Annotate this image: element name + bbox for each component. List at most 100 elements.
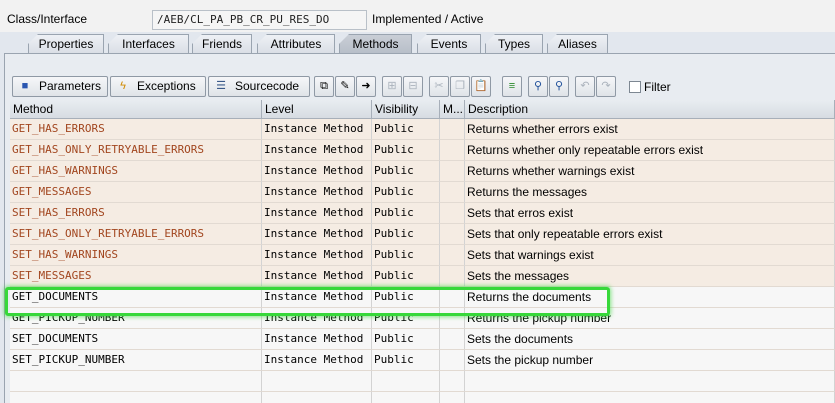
level-cell: Instance Method xyxy=(262,119,372,140)
visibility-cell xyxy=(372,392,440,403)
method-cell[interactable]: GET_HAS_ERRORS xyxy=(10,119,262,140)
visibility-cell: Public xyxy=(372,266,440,287)
header-bar: Class/Interface /AEB/CL_PA_PB_CR_PU_RES_… xyxy=(0,0,835,32)
table-row[interactable]: SET_HAS_ERRORS Instance Method Public Sets … xyxy=(10,203,835,224)
filter-label: Filter xyxy=(644,80,671,94)
change-object-icon[interactable]: ✎ xyxy=(335,76,355,97)
method-cell[interactable]: GET_DOCUMENTS xyxy=(10,287,262,308)
tab-properties[interactable]: Properties xyxy=(28,34,104,54)
visibility-cell: Public xyxy=(372,224,440,245)
method-cell[interactable]: GET_HAS_ONLY_RETRYABLE_ERRORS xyxy=(10,140,262,161)
table-row[interactable] xyxy=(10,392,835,403)
visibility-cell: Public xyxy=(372,245,440,266)
method-cell[interactable]: SET_DOCUMENTS xyxy=(10,329,262,350)
m-cell xyxy=(440,350,465,371)
redo-icon[interactable]: ↷ xyxy=(596,76,616,97)
table-row[interactable]: GET_HAS_ERRORS Instance Method Public Retur… xyxy=(10,119,835,140)
method-cell[interactable]: SET_PICKUP_NUMBER xyxy=(10,350,262,371)
m-cell xyxy=(440,140,465,161)
m-cell xyxy=(440,308,465,329)
insert-row-icon[interactable]: ⊞ xyxy=(382,76,402,97)
description-cell: Sets the messages xyxy=(465,266,835,287)
visibility-cell xyxy=(372,371,440,392)
table-row[interactable]: SET_HAS_WARNINGS Instance Method Public Set… xyxy=(10,245,835,266)
filter-checkbox-box[interactable] xyxy=(629,81,641,93)
class-interface-label: Class/Interface xyxy=(7,12,88,26)
table-row[interactable] xyxy=(10,371,835,392)
tab-attributes[interactable]: Attributes xyxy=(257,34,335,54)
level-cell: Instance Method xyxy=(262,203,372,224)
method-cell[interactable]: SET_HAS_WARNINGS xyxy=(10,245,262,266)
column-header-method[interactable]: Method xyxy=(10,100,262,119)
visibility-cell: Public xyxy=(372,308,440,329)
exceptions-button-label: Exceptions xyxy=(137,79,196,93)
class-name-field[interactable]: /AEB/CL_PA_PB_CR_PU_RES_DO xyxy=(152,10,367,30)
find-icon[interactable]: ⚲ xyxy=(528,76,548,97)
methods-table: Method Level Visibility M... Description… xyxy=(10,100,835,403)
method-cell[interactable] xyxy=(10,392,262,403)
method-cell[interactable] xyxy=(10,371,262,392)
m-cell xyxy=(440,161,465,182)
parameters-icon: ■ xyxy=(21,80,29,92)
sort-icon[interactable]: ≡ xyxy=(502,76,522,97)
column-header-description[interactable]: Description xyxy=(465,100,835,119)
copy-icon[interactable]: ❐ xyxy=(450,76,470,97)
m-cell xyxy=(440,392,465,403)
method-cell[interactable]: GET_MESSAGES xyxy=(10,182,262,203)
navigate-icon[interactable]: ➜ xyxy=(356,76,376,97)
column-header-level[interactable]: Level xyxy=(262,100,372,119)
column-header-m[interactable]: M... xyxy=(440,100,465,119)
description-cell: Returns whether only repeatable errors e… xyxy=(465,140,835,161)
visibility-cell: Public xyxy=(372,329,440,350)
tab-interfaces[interactable]: Interfaces xyxy=(108,34,189,54)
tab-events[interactable]: Events xyxy=(417,34,481,54)
find-next-icon[interactable]: ⚲ xyxy=(549,76,569,97)
display-object-icon[interactable]: ⧉ xyxy=(314,76,334,97)
delete-row-icon[interactable]: ⊟ xyxy=(403,76,423,97)
filter-checkbox[interactable]: Filter xyxy=(629,80,671,94)
visibility-cell: Public xyxy=(372,182,440,203)
sourcecode-button[interactable]: ☰ Sourcecode xyxy=(208,76,310,97)
level-cell: Instance Method xyxy=(262,245,372,266)
table-row[interactable]: SET_DOCUMENTS Instance Method Public Sets t… xyxy=(10,329,835,350)
column-header-visibility[interactable]: Visibility xyxy=(372,100,440,119)
level-cell xyxy=(262,392,372,403)
method-cell[interactable]: SET_MESSAGES xyxy=(10,266,262,287)
method-cell[interactable]: SET_HAS_ONLY_RETRYABLE_ERRORS xyxy=(10,224,262,245)
tab-methods[interactable]: Methods xyxy=(339,34,412,54)
m-cell xyxy=(440,245,465,266)
description-cell: Returns the documents xyxy=(465,287,835,308)
table-row[interactable]: SET_MESSAGES Instance Method Public Sets th… xyxy=(10,266,835,287)
table-row[interactable]: GET_HAS_ONLY_RETRYABLE_ERRORS Instance Me… xyxy=(10,140,835,161)
parameters-button-label: Parameters xyxy=(39,79,102,93)
cut-icon[interactable]: ✂ xyxy=(429,76,449,97)
level-cell: Instance Method xyxy=(262,329,372,350)
level-cell: Instance Method xyxy=(262,287,372,308)
tab-types[interactable]: Types xyxy=(485,34,543,54)
table-row[interactable]: SET_HAS_ONLY_RETRYABLE_ERRORS Instance Me… xyxy=(10,224,835,245)
description-cell xyxy=(465,371,835,392)
table-row[interactable]: GET_MESSAGES Instance Method Public Returns… xyxy=(10,182,835,203)
method-cell[interactable]: GET_PICKUP_NUMBER xyxy=(10,308,262,329)
undo-icon[interactable]: ↶ xyxy=(575,76,595,97)
tab-aliases[interactable]: Aliases xyxy=(547,34,608,54)
description-cell: Returns whether warnings exist xyxy=(465,161,835,182)
tab-strip: Properties Interfaces Friends Attributes… xyxy=(0,32,835,54)
table-row[interactable]: GET_DOCUMENTS Instance Method Public Return… xyxy=(10,287,835,308)
level-cell: Instance Method xyxy=(262,308,372,329)
m-cell xyxy=(440,203,465,224)
parameters-button[interactable]: ■ Parameters xyxy=(12,76,108,97)
level-cell: Instance Method xyxy=(262,161,372,182)
tab-friends[interactable]: Friends xyxy=(192,34,252,54)
table-row[interactable]: GET_PICKUP_NUMBER Instance Method Public Re… xyxy=(10,308,835,329)
description-cell: Returns the pickup number xyxy=(465,308,835,329)
sourcecode-icon: ☰ xyxy=(216,80,226,92)
exceptions-button[interactable]: ϟ Exceptions xyxy=(110,76,206,97)
paste-icon[interactable]: 📋 xyxy=(471,76,491,97)
table-row[interactable]: GET_HAS_WARNINGS Instance Method Public Ret… xyxy=(10,161,835,182)
method-cell[interactable]: SET_HAS_ERRORS xyxy=(10,203,262,224)
m-cell xyxy=(440,371,465,392)
level-cell: Instance Method xyxy=(262,140,372,161)
method-cell[interactable]: GET_HAS_WARNINGS xyxy=(10,161,262,182)
table-row[interactable]: SET_PICKUP_NUMBER Instance Method Public Se… xyxy=(10,350,835,371)
